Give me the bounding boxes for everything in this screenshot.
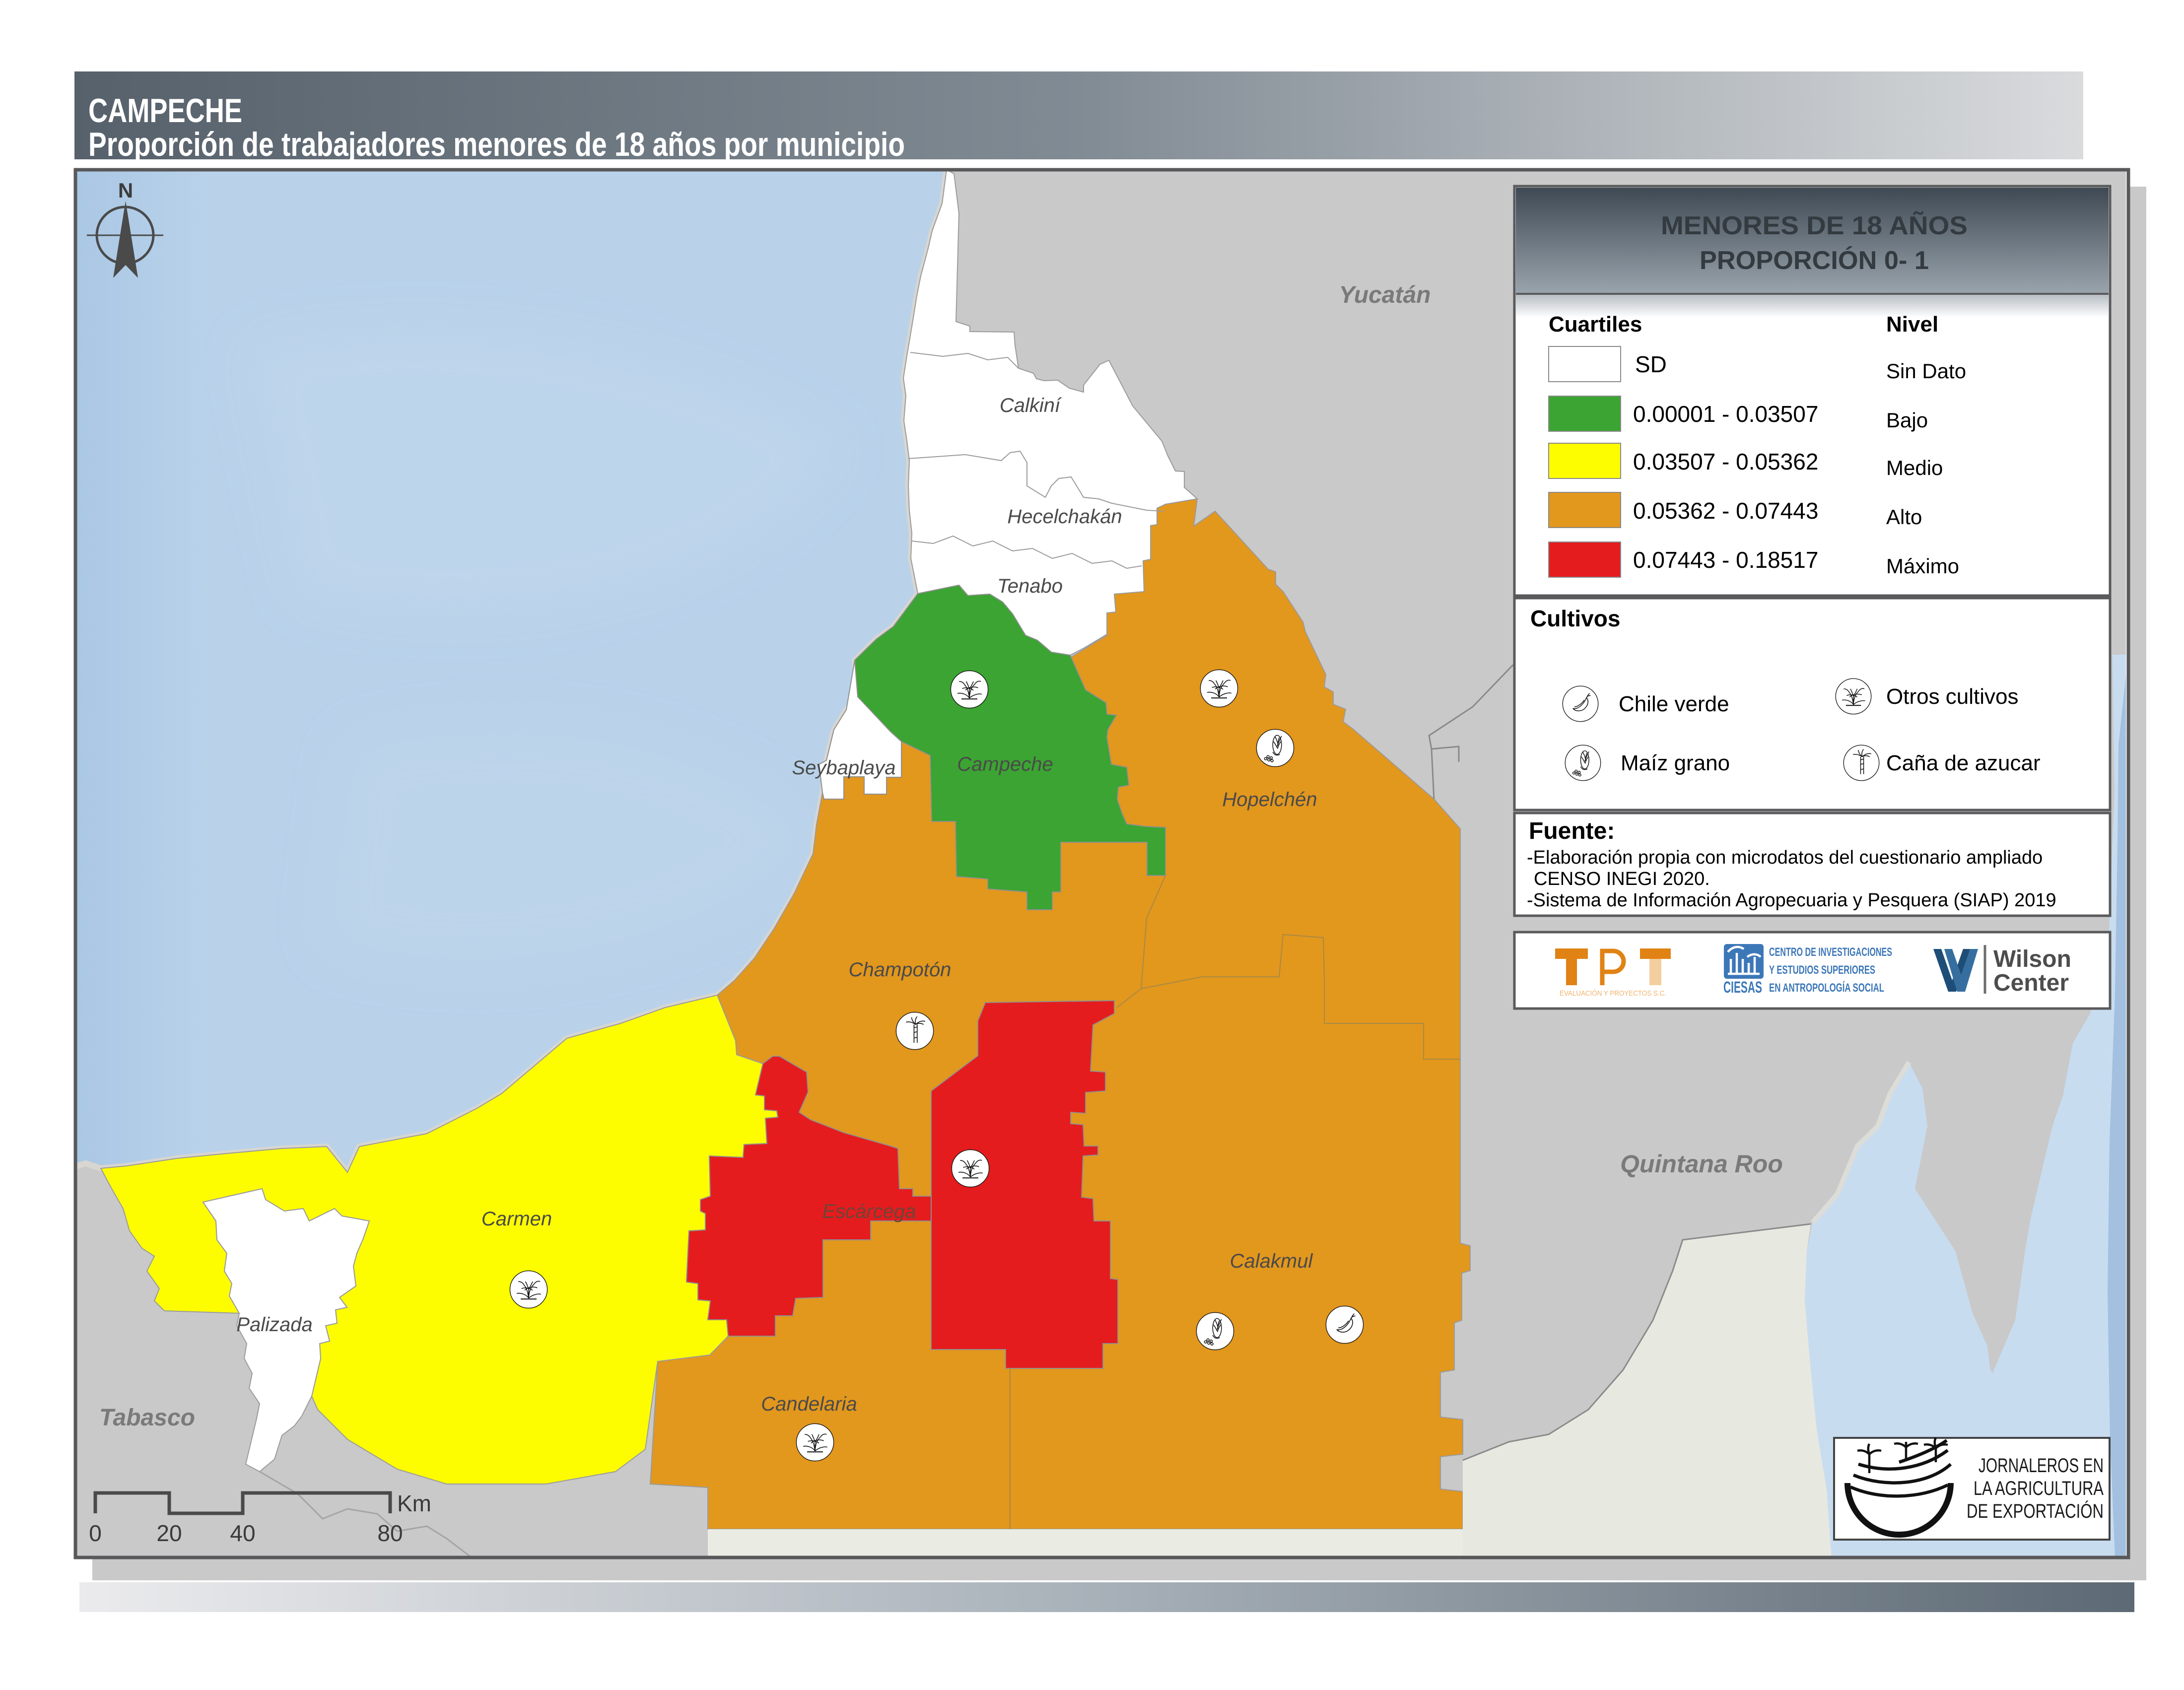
svg-text:Km: Km [397, 1490, 431, 1516]
svg-text:Nivel: Nivel [1886, 312, 1938, 337]
svg-text:EN ANTROPOLOGÍA SOCIAL: EN ANTROPOLOGÍA SOCIAL [1769, 981, 1884, 995]
svg-text:Máximo: Máximo [1886, 554, 1959, 578]
svg-text:Carmen: Carmen [481, 1208, 552, 1230]
svg-text:CIESAS: CIESAS [1723, 978, 1762, 996]
svg-text:LA AGRICULTURA: LA AGRICULTURA [1974, 1478, 2104, 1499]
svg-text:Otros cultivos: Otros cultivos [1886, 684, 2019, 709]
svg-text:Seybaplaya: Seybaplaya [792, 757, 895, 779]
svg-text:0.05362 - 0.07443: 0.05362 - 0.07443 [1633, 498, 1818, 524]
svg-text:Hopelchén: Hopelchén [1222, 789, 1317, 811]
svg-text:-Sistema de Información Agrope: -Sistema de Información Agropecuaria y P… [1527, 890, 2056, 911]
svg-text:Alto: Alto [1886, 505, 1922, 529]
svg-text:Palizada: Palizada [236, 1314, 312, 1336]
svg-text:Bajo: Bajo [1886, 408, 1928, 432]
svg-text:Calkiní: Calkiní [1000, 395, 1062, 416]
svg-text:0.07443 - 0.18517: 0.07443 - 0.18517 [1633, 547, 1818, 573]
svg-text:MENORES DE 18 AÑOS: MENORES DE 18 AÑOS [1661, 211, 1968, 240]
svg-text:EVALUACIÓN Y PROYECTOS S.C.: EVALUACIÓN Y PROYECTOS S.C. [1560, 989, 1666, 998]
svg-text:DE EXPORTACIÓN: DE EXPORTACIÓN [1967, 1500, 2104, 1522]
svg-text:80: 80 [377, 1520, 403, 1546]
svg-text:Tenabo: Tenabo [997, 575, 1063, 597]
svg-text:Wilson: Wilson [1993, 946, 2071, 972]
svg-text:Sin Dato: Sin Dato [1886, 359, 1966, 383]
svg-text:Hecelchakán: Hecelchakán [1007, 506, 1122, 528]
svg-text:Cuartiles: Cuartiles [1549, 312, 1642, 337]
svg-text:Yucatán: Yucatán [1339, 282, 1431, 308]
svg-text:0.00001 - 0.03507: 0.00001 - 0.03507 [1633, 401, 1818, 427]
svg-text:JORNALEROS EN: JORNALEROS EN [1979, 1455, 2104, 1477]
svg-text:CENTRO DE INVESTIGACIONES: CENTRO DE INVESTIGACIONES [1769, 946, 1892, 959]
svg-text:0.03507 - 0.05362: 0.03507 - 0.05362 [1633, 449, 1818, 474]
svg-text:Cultivos: Cultivos [1530, 606, 1620, 631]
svg-text:Campeche: Campeche [957, 753, 1053, 775]
svg-text:0: 0 [89, 1520, 102, 1546]
svg-text:Escárcega: Escárcega [822, 1201, 916, 1222]
svg-text:Maíz grano: Maíz grano [1621, 751, 1730, 775]
svg-text:Proporción de trabajadores men: Proporción de trabajadores menores de 18… [88, 126, 905, 163]
svg-text:Medio: Medio [1886, 456, 1943, 479]
svg-text:PROPORCIÓN 0- 1: PROPORCIÓN 0- 1 [1700, 246, 1929, 275]
svg-text:Candelaria: Candelaria [761, 1393, 857, 1415]
svg-text:Chile verde: Chile verde [1619, 692, 1729, 716]
svg-text:Center: Center [1993, 970, 2069, 996]
svg-text:Y ESTUDIOS SUPERIORES: Y ESTUDIOS SUPERIORES [1769, 963, 1875, 977]
svg-text:Fuente:: Fuente: [1529, 818, 1615, 844]
svg-text:Caña de azucar: Caña de azucar [1886, 751, 2041, 775]
svg-text:CENSO INEGI 2020.: CENSO INEGI 2020. [1534, 869, 1710, 889]
svg-text:SD: SD [1635, 351, 1667, 377]
svg-text:N: N [118, 179, 133, 202]
svg-text:Tabasco: Tabasco [99, 1405, 195, 1431]
svg-text:Calakmul: Calakmul [1230, 1250, 1313, 1272]
svg-text:40: 40 [230, 1520, 255, 1546]
svg-text:-Elaboración propia con microd: -Elaboración propia con microdatos del c… [1527, 847, 2043, 868]
svg-text:Champotón: Champotón [849, 959, 952, 981]
svg-text:CAMPECHE: CAMPECHE [88, 92, 242, 130]
svg-text:20: 20 [156, 1520, 182, 1546]
svg-text:Quintana Roo: Quintana Roo [1620, 1150, 1783, 1178]
